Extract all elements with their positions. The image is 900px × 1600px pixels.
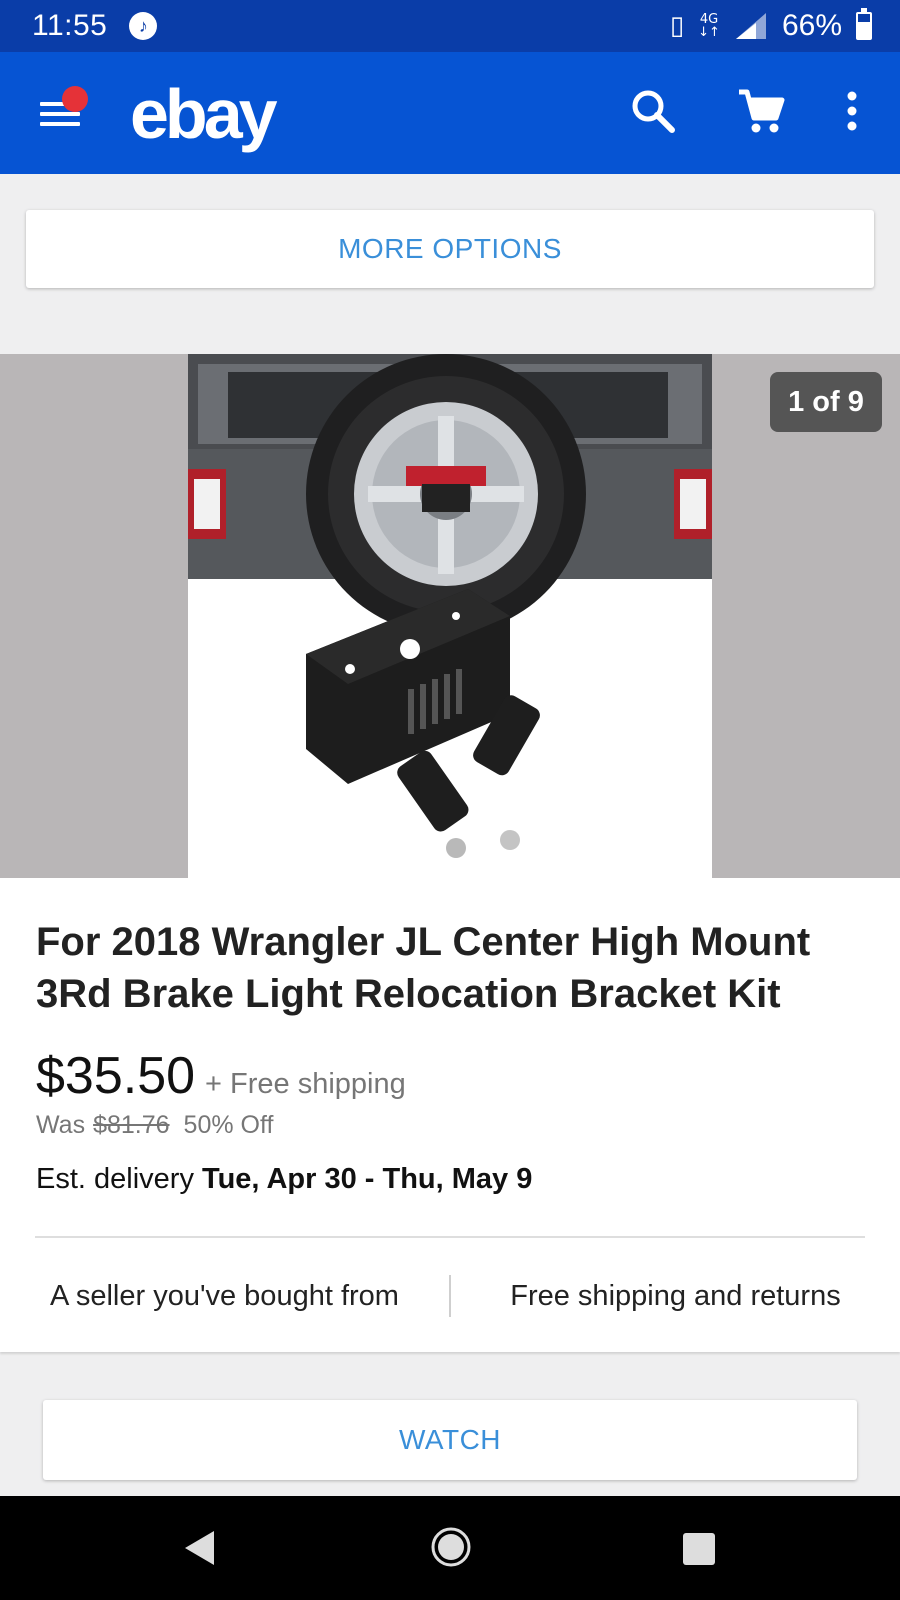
home-icon[interactable] [430,1526,472,1568]
app-bar: ebay [0,52,900,174]
navigation-bar [0,1496,900,1600]
discount-label: 50% Off [183,1111,274,1139]
product-photo [188,354,712,858]
was-label: Was [36,1111,86,1139]
divider [35,1236,865,1238]
recents-icon[interactable] [682,1532,716,1566]
search-icon[interactable] [628,86,678,136]
network-label: 4G [699,12,719,27]
more-options-button[interactable]: MORE OPTIONS [26,210,874,288]
item-details-card: For 2018 Wrangler JL Center High Mount 3… [0,878,900,1352]
returns-badge: Free shipping and returns [510,1279,841,1312]
watch-button[interactable]: WATCH [43,1400,857,1480]
battery-icon [856,8,872,40]
seller-badge: A seller you've bought from [50,1279,399,1312]
delivery-dates: Tue, Apr 30 - Thu, May 9 [202,1163,533,1195]
price-row: $35.50 + Free shipping [36,1046,406,1106]
was-price: $81.76 [93,1111,170,1139]
status-bar: 11:55 ♪ ▯ 4G ↓↑ 66% [0,0,900,52]
shipping-info: + Free shipping [205,1068,406,1100]
vibrate-icon: ▯ [669,11,685,41]
ebay-logo[interactable]: ebay [130,74,278,154]
battery-percent: 66% [781,9,842,42]
image-gallery[interactable]: 1 of 9 [0,354,900,878]
delivery-label: Est. delivery [36,1163,194,1195]
notification-dot [62,86,88,112]
item-price: $35.50 [36,1047,196,1105]
music-note-icon: ♪ [129,12,158,40]
item-title: For 2018 Wrangler JL Center High Mount 3… [36,920,811,1016]
network-type: 4G ↓↑ [698,12,720,40]
status-icons: ▯ 4G ↓↑ 66% [669,8,872,43]
hamburger-menu-icon[interactable] [40,86,88,130]
was-price-row: Was $81.76 50% Off [36,1111,273,1140]
more-vert-icon[interactable] [832,86,872,136]
back-icon[interactable] [182,1529,216,1567]
status-time: 11:55 [32,9,108,42]
delivery-row: Est. delivery Tue, Apr 30 - Thu, May 9 [36,1163,532,1196]
signal-icon [735,13,766,39]
seller-badges: A seller you've bought from Free shippin… [0,1272,900,1320]
battery-fill [858,22,870,38]
photo-counter-badge: 1 of 9 [770,372,882,432]
cart-icon[interactable] [736,86,786,136]
product-image[interactable] [188,354,712,878]
